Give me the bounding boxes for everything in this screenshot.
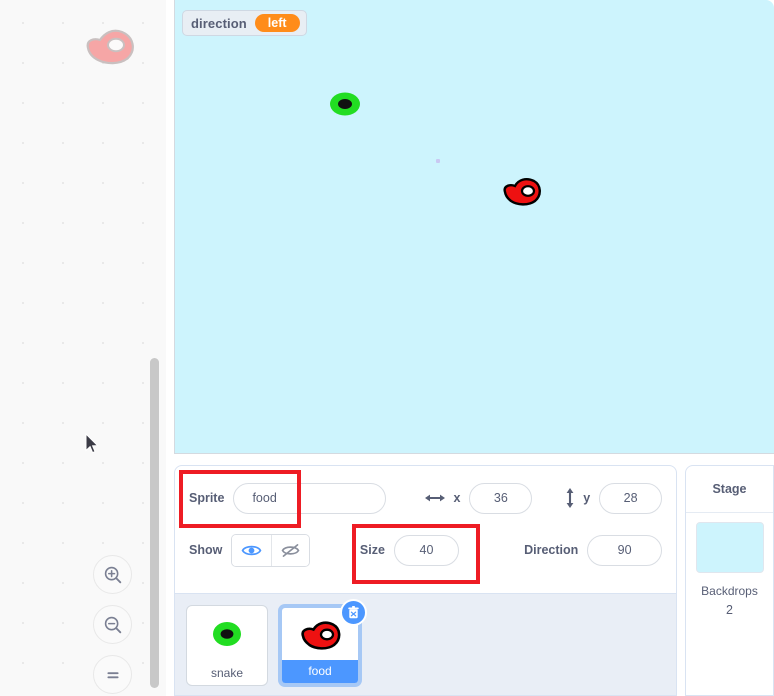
size-input[interactable]: 40 xyxy=(393,534,460,566)
stage-sprite-snake[interactable] xyxy=(329,90,361,123)
mouse-cursor-icon xyxy=(85,432,99,454)
stage-tiny-dot xyxy=(436,159,440,163)
x-label: x xyxy=(453,491,461,505)
sprite-name-label: Sprite xyxy=(189,491,225,505)
magnifier-plus-icon xyxy=(104,566,121,583)
sprite-info-fields: Sprite food x 36 y 28 Show Size 40 Direc… xyxy=(175,466,676,570)
y-axis-arrow-icon xyxy=(564,487,576,509)
food-sprite-faded-icon xyxy=(78,22,140,66)
zoom-out-button[interactable] xyxy=(93,605,132,644)
backdrops-count: 2 xyxy=(726,603,733,617)
show-visible-button[interactable] xyxy=(232,534,271,566)
zoom-in-button[interactable] xyxy=(93,555,132,594)
stage-sprite-food[interactable] xyxy=(499,174,543,213)
sprite-tile-label: food xyxy=(282,660,358,683)
size-label: Size xyxy=(359,543,385,557)
scratch-editor-window: direction left Sprite food x 36 y 28 Sho… xyxy=(0,0,774,696)
show-label: Show xyxy=(189,543,223,557)
y-position-input[interactable]: 28 xyxy=(599,482,662,514)
zoom-reset-button[interactable] xyxy=(93,655,132,694)
code-workspace[interactable] xyxy=(0,0,166,696)
sprite-list: snake food xyxy=(175,593,676,695)
monitor-value: left xyxy=(254,14,300,32)
show-hidden-button[interactable] xyxy=(270,534,309,566)
stage-thumbnail[interactable] xyxy=(695,522,764,573)
magnifier-minus-icon xyxy=(104,616,121,633)
sprite-tile-label: snake xyxy=(210,666,244,680)
eye-icon xyxy=(241,545,262,555)
delete-sprite-button[interactable] xyxy=(340,599,367,626)
stage-selector-panel: Stage Backdrops 2 xyxy=(685,465,774,696)
equals-icon xyxy=(106,671,119,678)
sprite-info-row-2: Show Size 40 Direction 90 xyxy=(189,530,662,570)
x-axis-arrow-icon xyxy=(424,492,446,504)
stage-selector-title: Stage xyxy=(686,466,773,513)
sprite-info-row-1: Sprite food x 36 y 28 xyxy=(189,478,662,518)
direction-input[interactable]: 90 xyxy=(587,534,662,566)
direction-label: Direction xyxy=(524,543,579,557)
sprite-tile-food[interactable]: food xyxy=(279,599,367,686)
sprite-thumbnail-snake xyxy=(187,606,267,662)
monitor-label: direction xyxy=(191,15,247,31)
backdrops-label: Backdrops xyxy=(701,584,758,598)
sprite-info-panel: Sprite food x 36 y 28 Show Size 40 Direc… xyxy=(174,465,677,696)
eye-slash-icon xyxy=(281,543,300,557)
code-area-scrollbar[interactable] xyxy=(150,358,159,688)
x-position-input[interactable]: 36 xyxy=(469,482,533,514)
y-label: y xyxy=(583,491,591,505)
zoom-controls xyxy=(93,555,132,694)
stage[interactable]: direction left xyxy=(174,0,774,454)
trash-icon xyxy=(348,606,359,619)
variable-monitor-direction[interactable]: direction left xyxy=(182,10,307,36)
sprite-name-input[interactable]: food xyxy=(233,482,387,514)
show-toggle-group xyxy=(231,533,310,567)
sprite-tile-snake[interactable]: snake xyxy=(186,605,268,686)
